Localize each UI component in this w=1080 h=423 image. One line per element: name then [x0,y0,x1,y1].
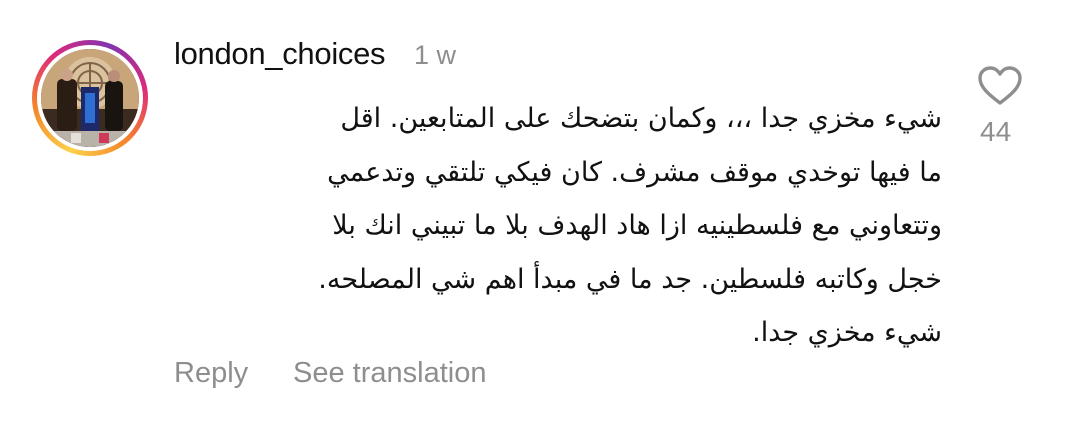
see-translation-button[interactable]: See translation [293,357,486,390]
comment-text-line: شيء مخزي جدا ،،، وكمان بتضحك على المتابع… [340,103,942,134]
reply-button[interactable]: Reply [174,357,248,390]
comment-text-line: خجل وكاتبه فلسطين. جد ما في مبدأ اهم شي … [318,263,942,295]
avatar[interactable] [32,40,148,156]
like-button[interactable] [978,66,1022,106]
comment-timestamp: 1 w [414,40,457,70]
avatar-image [41,49,139,147]
comment-text-line: وتتعاوني مع فلسطينيه ازا هاد الهدف بلا م… [332,210,942,242]
like-count: 44 [980,116,1012,147]
comment-text: شيء مخزي جدا ،،، وكمان بتضحك على المتابع… [172,92,942,360]
avatar-story-ring [37,45,143,151]
comment-text-line: شيء مخزي جدا. [752,317,942,349]
comment-username[interactable]: london_choices [174,36,386,72]
comment-text-line: ما فيها توخدي موقف مشرف. كان فيكي تلتقي … [327,156,942,188]
heart-outline-icon [978,66,1022,105]
